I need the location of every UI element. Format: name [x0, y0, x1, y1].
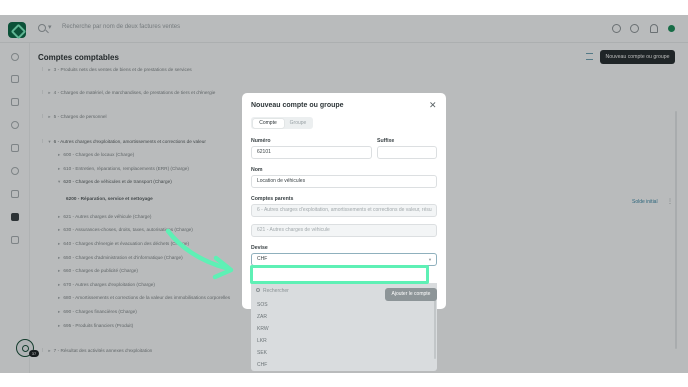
devise-label: Devise: [251, 245, 268, 251]
parent-account-field: 6 - Autres charges d'exploitation, amort…: [251, 204, 437, 217]
suffixe-label: Suffixe: [377, 138, 395, 144]
type-toggle: Compte Groupe: [251, 117, 313, 129]
tab-groupe[interactable]: Groupe: [284, 119, 312, 128]
dropdown-option[interactable]: SOS: [257, 302, 268, 308]
parents-label: Comptes parents: [251, 196, 294, 202]
app-frame: ▾ Recherche par nom de deux factures ven…: [0, 15, 688, 373]
search-icon: [256, 288, 260, 292]
dropdown-option[interactable]: CHF: [257, 362, 267, 368]
chevron-down-icon[interactable]: ▼: [428, 254, 432, 265]
nom-field[interactable]: Location de véhicules: [251, 175, 437, 188]
currency-value: CHF: [257, 256, 268, 262]
dropdown-search-input[interactable]: Rechercher: [256, 288, 289, 294]
parent-account-field: 621 - Autres charges de véhicule: [251, 224, 437, 237]
highlight-box: [250, 265, 429, 284]
dropdown-option[interactable]: ZAR: [257, 314, 267, 320]
suffixe-field[interactable]: [377, 146, 437, 159]
tab-compte[interactable]: Compte: [252, 118, 284, 128]
dropdown-option[interactable]: LKR: [257, 338, 267, 344]
numero-field[interactable]: 62101: [251, 146, 372, 159]
close-icon[interactable]: ✕: [429, 101, 437, 110]
dropdown-option[interactable]: KRW: [257, 326, 269, 332]
app-window: ▾ Recherche par nom de deux factures ven…: [0, 0, 688, 387]
dropdown-scrollbar[interactable]: [434, 299, 436, 359]
dialog-title: Nouveau compte ou groupe: [251, 102, 344, 109]
dropdown-option[interactable]: SEK: [257, 350, 267, 356]
nom-label: Nom: [251, 167, 263, 173]
numero-label: Numéro: [251, 138, 271, 144]
add-account-button[interactable]: Ajouter le compte: [385, 288, 437, 301]
